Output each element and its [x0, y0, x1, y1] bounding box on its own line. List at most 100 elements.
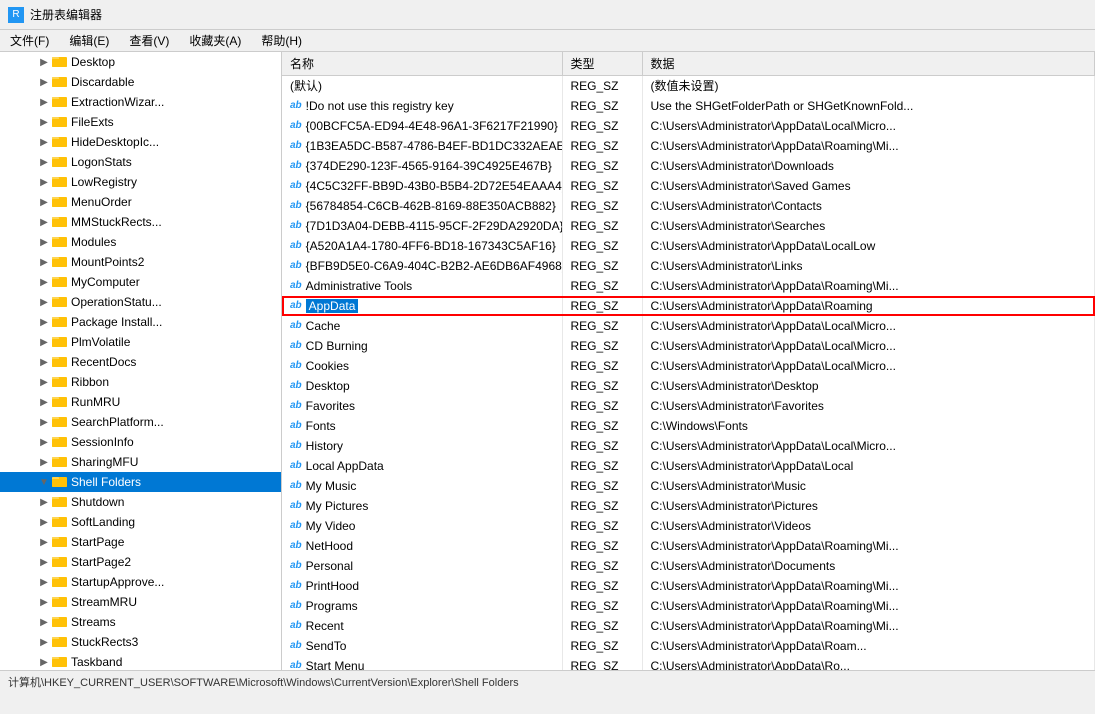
- table-row[interactable]: abPrintHoodREG_SZC:\Users\Administrator\…: [282, 576, 1095, 596]
- tree-arrow[interactable]: ▶: [36, 217, 52, 228]
- tree-item[interactable]: ▶ Discardable: [0, 72, 281, 92]
- tree-item[interactable]: ▶ OperationStatu...: [0, 292, 281, 312]
- tree-arrow[interactable]: ▶: [36, 277, 52, 288]
- menu-edit[interactable]: 编辑(E): [63, 30, 115, 51]
- tree-arrow[interactable]: ▶: [36, 157, 52, 168]
- menu-file[interactable]: 文件(F): [4, 30, 55, 51]
- tree-item[interactable]: ▶ MMStuckRects...: [0, 212, 281, 232]
- menu-help[interactable]: 帮助(H): [255, 30, 308, 51]
- tree-item[interactable]: ▶ PlmVolatile: [0, 332, 281, 352]
- tree-item[interactable]: ▶ StartupApprove...: [0, 572, 281, 592]
- ab-icon: ab: [290, 420, 302, 431]
- table-row[interactable]: abDesktopREG_SZC:\Users\Administrator\De…: [282, 376, 1095, 396]
- tree-item[interactable]: ▶ SearchPlatform...: [0, 412, 281, 432]
- tree-arrow[interactable]: ▶: [36, 557, 52, 568]
- tree-arrow[interactable]: ▶: [36, 397, 52, 408]
- table-row[interactable]: abAppDataREG_SZC:\Users\Administrator\Ap…: [282, 296, 1095, 316]
- tree-arrow[interactable]: ▶: [36, 57, 52, 68]
- tree-item[interactable]: ▶ Package Install...: [0, 312, 281, 332]
- tree-arrow[interactable]: ▶: [36, 77, 52, 88]
- menu-view[interactable]: 查看(V): [123, 30, 175, 51]
- table-row[interactable]: abCD BurningREG_SZC:\Users\Administrator…: [282, 336, 1095, 356]
- right-panel[interactable]: 名称 类型 数据 (默认)REG_SZ(数值未设置)ab!Do not use …: [282, 52, 1095, 670]
- tree-item[interactable]: ▶ LogonStats: [0, 152, 281, 172]
- tree-arrow[interactable]: ▶: [36, 117, 52, 128]
- tree-item[interactable]: ▶ StartPage2: [0, 552, 281, 572]
- tree-arrow[interactable]: ▶: [36, 177, 52, 188]
- tree-arrow[interactable]: ▶: [36, 97, 52, 108]
- table-row[interactable]: ab!Do not use this registry keyREG_SZUse…: [282, 96, 1095, 116]
- table-row[interactable]: abNetHoodREG_SZC:\Users\Administrator\Ap…: [282, 536, 1095, 556]
- tree-arrow[interactable]: ▶: [36, 357, 52, 368]
- tree-arrow[interactable]: ▶: [36, 617, 52, 628]
- tree-item[interactable]: ▶ Desktop: [0, 52, 281, 72]
- tree-arrow[interactable]: ▶: [36, 417, 52, 428]
- table-row[interactable]: ab{56784854-C6CB-462B-8169-88E350ACB882}…: [282, 196, 1095, 216]
- tree-arrow[interactable]: ▶: [36, 637, 52, 648]
- table-row[interactable]: abFontsREG_SZC:\Windows\Fonts: [282, 416, 1095, 436]
- tree-arrow[interactable]: ▶: [36, 537, 52, 548]
- tree-arrow[interactable]: ▶: [36, 297, 52, 308]
- table-row[interactable]: ab{A520A1A4-1780-4FF6-BD18-167343C5AF16}…: [282, 236, 1095, 256]
- table-row[interactable]: abLocal AppDataREG_SZC:\Users\Administra…: [282, 456, 1095, 476]
- tree-arrow[interactable]: ▶: [36, 457, 52, 468]
- tree-item[interactable]: ▼ Shell Folders: [0, 472, 281, 492]
- table-row[interactable]: (默认)REG_SZ(数值未设置): [282, 76, 1095, 96]
- tree-item[interactable]: ▶ Streams: [0, 612, 281, 632]
- table-row[interactable]: ab{00BCFC5A-ED94-4E48-96A1-3F6217F21990}…: [282, 116, 1095, 136]
- tree-arrow[interactable]: ▶: [36, 197, 52, 208]
- tree-arrow[interactable]: ▶: [36, 317, 52, 328]
- table-row[interactable]: abMy MusicREG_SZC:\Users\Administrator\M…: [282, 476, 1095, 496]
- table-row[interactable]: ab{374DE290-123F-4565-9164-39C4925E467B}…: [282, 156, 1095, 176]
- tree-arrow[interactable]: ▶: [36, 257, 52, 268]
- table-row[interactable]: ab{1B3EA5DC-B587-4786-B4EF-BD1DC332AEAE}…: [282, 136, 1095, 156]
- tree-arrow[interactable]: ▶: [36, 577, 52, 588]
- tree-arrow[interactable]: ▶: [36, 137, 52, 148]
- table-row[interactable]: abSendToREG_SZC:\Users\Administrator\App…: [282, 636, 1095, 656]
- tree-item[interactable]: ▶ MountPoints2: [0, 252, 281, 272]
- table-row[interactable]: abStart MenuREG_SZC:\Users\Administrator…: [282, 656, 1095, 671]
- tree-item[interactable]: ▶ MenuOrder: [0, 192, 281, 212]
- table-row[interactable]: abCookiesREG_SZC:\Users\Administrator\Ap…: [282, 356, 1095, 376]
- table-row[interactable]: abFavoritesREG_SZC:\Users\Administrator\…: [282, 396, 1095, 416]
- tree-item[interactable]: ▶ HideDesktopIc...: [0, 132, 281, 152]
- left-panel[interactable]: ▶ Desktop▶ Discardable▶ ExtractionWizar.…: [0, 52, 282, 670]
- tree-arrow[interactable]: ▶: [36, 237, 52, 248]
- table-row[interactable]: ab{7D1D3A04-DEBB-4115-95CF-2F29DA2920DA}…: [282, 216, 1095, 236]
- tree-item[interactable]: ▶ Taskband: [0, 652, 281, 670]
- table-row[interactable]: abProgramsREG_SZC:\Users\Administrator\A…: [282, 596, 1095, 616]
- table-row[interactable]: abPersonalREG_SZC:\Users\Administrator\D…: [282, 556, 1095, 576]
- table-row[interactable]: abHistoryREG_SZC:\Users\Administrator\Ap…: [282, 436, 1095, 456]
- tree-item[interactable]: ▶ StreamMRU: [0, 592, 281, 612]
- table-row[interactable]: ab{BFB9D5E0-C6A9-404C-B2B2-AE6DB6AF4968}…: [282, 256, 1095, 276]
- tree-arrow[interactable]: ▶: [36, 337, 52, 348]
- table-row[interactable]: abCacheREG_SZC:\Users\Administrator\AppD…: [282, 316, 1095, 336]
- tree-item[interactable]: ▶ FileExts: [0, 112, 281, 132]
- table-row[interactable]: abAdministrative ToolsREG_SZC:\Users\Adm…: [282, 276, 1095, 296]
- tree-item[interactable]: ▶ StuckRects3: [0, 632, 281, 652]
- tree-arrow[interactable]: ▶: [36, 657, 52, 668]
- menu-favorites[interactable]: 收藏夹(A): [183, 30, 247, 51]
- tree-item[interactable]: ▶ Ribbon: [0, 372, 281, 392]
- tree-item[interactable]: ▶ SessionInfo: [0, 432, 281, 452]
- tree-item[interactable]: ▶ RecentDocs: [0, 352, 281, 372]
- tree-item[interactable]: ▶ Modules: [0, 232, 281, 252]
- tree-item[interactable]: ▶ Shutdown: [0, 492, 281, 512]
- tree-item[interactable]: ▶ SharingMFU: [0, 452, 281, 472]
- tree-item[interactable]: ▶ RunMRU: [0, 392, 281, 412]
- tree-item[interactable]: ▶ ExtractionWizar...: [0, 92, 281, 112]
- tree-item[interactable]: ▶ MyComputer: [0, 272, 281, 292]
- tree-item[interactable]: ▶ StartPage: [0, 532, 281, 552]
- tree-arrow[interactable]: ▶: [36, 517, 52, 528]
- tree-arrow[interactable]: ▶: [36, 377, 52, 388]
- table-row[interactable]: abRecentREG_SZC:\Users\Administrator\App…: [282, 616, 1095, 636]
- tree-item[interactable]: ▶ LowRegistry: [0, 172, 281, 192]
- table-row[interactable]: abMy PicturesREG_SZC:\Users\Administrato…: [282, 496, 1095, 516]
- tree-arrow[interactable]: ▼: [36, 477, 52, 488]
- table-row[interactable]: abMy VideoREG_SZC:\Users\Administrator\V…: [282, 516, 1095, 536]
- tree-arrow[interactable]: ▶: [36, 597, 52, 608]
- tree-item[interactable]: ▶ SoftLanding: [0, 512, 281, 532]
- table-row[interactable]: ab{4C5C32FF-BB9D-43B0-B5B4-2D72E54EAAA4}…: [282, 176, 1095, 196]
- tree-arrow[interactable]: ▶: [36, 437, 52, 448]
- tree-arrow[interactable]: ▶: [36, 497, 52, 508]
